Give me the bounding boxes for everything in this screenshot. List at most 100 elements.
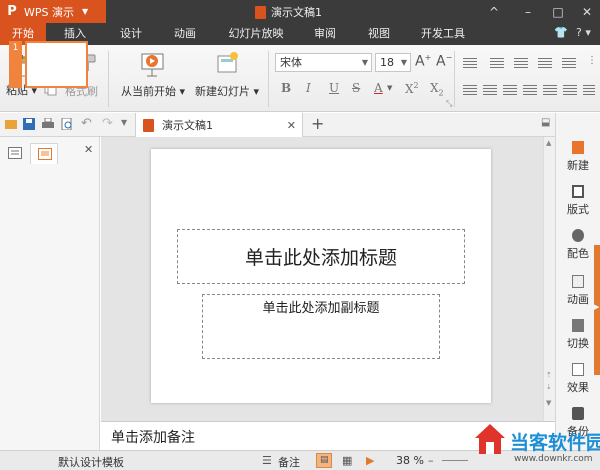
task-pane-collapse-handle[interactable]: ▶ [594, 245, 600, 375]
numbering-icon[interactable] [490, 58, 504, 70]
save-icon[interactable] [23, 118, 35, 130]
task-layout-label: 版式 [567, 203, 589, 216]
superscript-button[interactable]: X2 [405, 81, 419, 96]
new-slide-icon[interactable] [215, 51, 239, 77]
new-slide-button[interactable]: 新建幻灯片 ▾ [195, 83, 259, 99]
tab-developer[interactable]: 开发工具 [412, 23, 474, 45]
task-layout-button[interactable]: 版式 [556, 185, 600, 217]
palette-icon [572, 229, 584, 242]
chevron-down-icon[interactable]: ▼ [387, 84, 392, 92]
task-transition-label: 切换 [567, 337, 589, 350]
align-left-icon[interactable] [463, 85, 477, 97]
slide-thumbnail[interactable] [25, 41, 88, 88]
help-button[interactable]: ? ▾ [576, 26, 591, 39]
font-color-button[interactable]: A [374, 81, 383, 95]
divider [108, 51, 109, 107]
app-menu-button[interactable]: P WPS 演示 ▼ [0, 0, 106, 23]
subtitle-placeholder-text: 单击此处添加副标题 [262, 301, 380, 316]
task-animation-label: 动画 [567, 293, 589, 306]
text-direction-icon[interactable] [583, 85, 595, 97]
scroll-down-icon[interactable]: ▼ [546, 399, 551, 407]
pane-toggle-icon[interactable]: ⬓ [541, 117, 550, 128]
slides-view-icon [38, 148, 52, 160]
italic-button[interactable]: I [306, 81, 311, 95]
zoom-level[interactable]: 38 % [396, 454, 424, 467]
notes-icon[interactable]: ☰ [262, 454, 272, 467]
new-slide-label: 新建幻灯片 [195, 85, 250, 98]
close-pane-icon[interactable]: ✕ [84, 143, 93, 156]
subscript-label: X [430, 81, 439, 95]
collapse-ribbon-button[interactable]: ^ [481, 0, 507, 23]
tab-slideshow[interactable]: 幻灯片放映 [218, 23, 294, 45]
next-slide-icon[interactable]: ⇣ [546, 383, 552, 391]
bullets-icon[interactable] [463, 58, 477, 70]
slideshow-play-icon[interactable] [140, 51, 166, 79]
slide-thumbnail-pane: ✕ [0, 137, 100, 450]
task-effects-label: 效果 [567, 381, 589, 394]
notes-placeholder: 单击添加备注 [111, 430, 195, 446]
chevron-down-icon: ▼ [82, 7, 89, 16]
print-preview-icon[interactable] [61, 118, 73, 130]
tab-review[interactable]: 审阅 [302, 23, 348, 45]
outline-view-icon[interactable] [8, 147, 22, 159]
zoom-slider[interactable] [442, 460, 468, 461]
skin-icon[interactable]: 👕 [554, 26, 568, 39]
slide[interactable]: 单击此处添加标题 单击此处添加副标题 [151, 149, 491, 403]
house-logo-icon [475, 424, 505, 454]
slide-sorter-icon[interactable]: ▦ [342, 454, 352, 467]
minimize-button[interactable]: – [515, 0, 541, 23]
close-tab-icon[interactable]: ✕ [287, 119, 296, 132]
task-color-label: 配色 [567, 247, 589, 260]
task-new-button[interactable]: 新建 [556, 141, 600, 173]
normal-view-button[interactable]: ▤ [316, 453, 332, 468]
font-size-select[interactable]: 18 ▼ [375, 53, 411, 72]
justify-icon[interactable] [523, 85, 537, 97]
underline-button[interactable]: U [329, 81, 339, 95]
maximize-button[interactable]: □ [545, 0, 571, 23]
site-watermark: 当客软件园 www.downkr.com [470, 418, 600, 470]
scroll-up-icon[interactable]: ▲ [546, 139, 551, 147]
line-spacing-icon[interactable] [562, 58, 576, 70]
align-right-icon[interactable] [503, 85, 517, 97]
tab-view[interactable]: 视图 [356, 23, 402, 45]
bold-button[interactable]: B [281, 81, 291, 95]
vertical-scrollbar[interactable]: ▲ ⇡ ⇣ ▼ [543, 137, 555, 421]
wps-logo-icon: P [7, 4, 17, 19]
subtitle-placeholder[interactable]: 单击此处添加副标题 [202, 294, 440, 359]
redo-icon[interactable]: ↷ [102, 116, 113, 131]
slides-view-tab[interactable] [30, 143, 58, 164]
tab-animation[interactable]: 动画 [162, 23, 208, 45]
font-dialog-launcher-icon[interactable]: ⤡ [446, 99, 452, 109]
font-name-select[interactable]: 宋体 ▼ [275, 53, 372, 72]
from-current-button[interactable]: 从当前开始 ▾ [121, 83, 185, 99]
shrink-font-icon[interactable]: A− [436, 53, 452, 70]
subscript-button[interactable]: X2 [430, 81, 444, 97]
align-center-icon[interactable] [483, 85, 497, 97]
strikethrough-button[interactable]: S [352, 81, 360, 95]
slideshow-view-icon[interactable]: ▶ [366, 454, 374, 467]
tab-design[interactable]: 设计 [108, 23, 154, 45]
app-name: WPS 演示 [24, 5, 74, 19]
divider [268, 51, 269, 107]
decrease-indent-icon[interactable] [514, 58, 528, 70]
more-paragraph-icon[interactable]: ⋮ [587, 55, 597, 66]
design-template-label[interactable]: 默认设计模板 [58, 454, 124, 470]
document-tab[interactable]: 演示文稿1 ✕ [135, 113, 303, 137]
normal-view-icon: ▤ [320, 455, 329, 465]
customize-toolbar-icon[interactable]: ▼ [121, 118, 127, 127]
columns-icon[interactable] [563, 85, 577, 97]
zoom-out-button[interactable]: – [428, 454, 434, 467]
title-placeholder[interactable]: 单击此处添加标题 [177, 229, 465, 284]
distribute-icon[interactable] [543, 85, 557, 97]
watermark-url: www.downkr.com [514, 454, 593, 464]
undo-icon[interactable]: ↶ [81, 116, 92, 131]
notes-toggle-label[interactable]: 备注 [278, 454, 300, 470]
previous-slide-icon[interactable]: ⇡ [546, 371, 552, 379]
increase-indent-icon[interactable] [538, 58, 552, 70]
grow-font-icon[interactable]: A+ [415, 53, 431, 70]
print-icon[interactable] [42, 118, 54, 130]
from-current-label: 从当前开始 [121, 85, 176, 98]
new-tab-button[interactable]: + [311, 114, 324, 133]
open-folder-icon[interactable] [5, 118, 17, 130]
close-button[interactable]: ✕ [574, 0, 600, 23]
